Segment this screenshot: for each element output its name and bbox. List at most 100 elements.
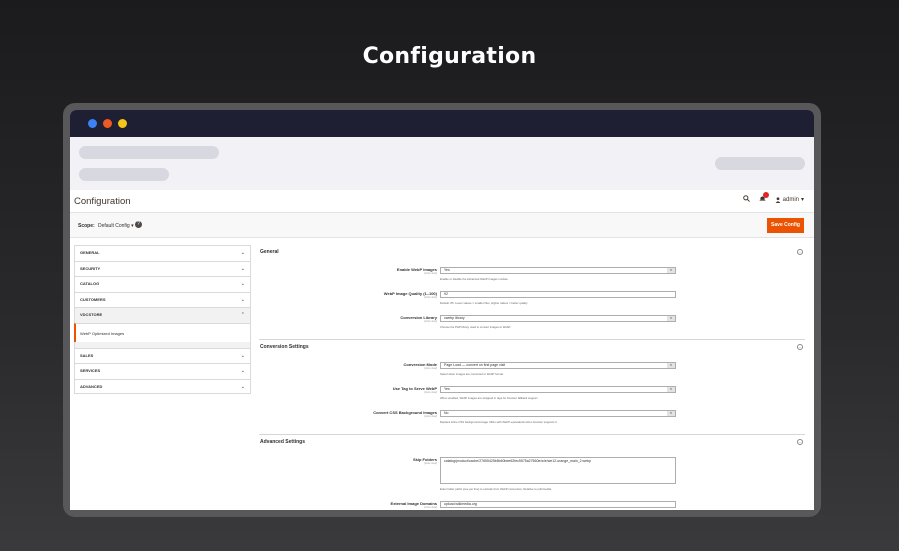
quality-input[interactable]: 92 (440, 291, 676, 298)
chevron-down-icon: ▾ (667, 363, 675, 368)
collapse-icon[interactable]: – (797, 249, 803, 255)
tab-label: GENERAL (80, 250, 100, 255)
skeleton-header (70, 137, 814, 190)
chevron-down-icon: ⌄ (240, 281, 245, 287)
config-main: General – Enable WebP Images [store view]… (259, 245, 805, 510)
search-icon[interactable] (742, 195, 750, 204)
field-external-domains: External Image Domains [store view] uplo… (259, 501, 805, 510)
chevron-down-icon: ⌄ (240, 250, 245, 256)
user-name: admin (782, 196, 799, 203)
field-conversion-mode: Conversion Mode [store view] Page Load —… (259, 362, 805, 386)
skeleton-bar (79, 168, 169, 181)
chevron-down-icon: ▾ (667, 387, 675, 392)
sidebar-tab-security[interactable]: SECURITY ⌄ (74, 260, 251, 276)
field-quality: WebP Image Quality (1–100) [store view] … (259, 291, 805, 315)
sidebar-tab-customers[interactable]: CUSTOMERS ⌄ (74, 291, 251, 307)
app-window: Configuration admin ▾ Scope: Default Con… (70, 110, 814, 510)
select-value: Page Load — convert on first page visit (444, 363, 506, 367)
conversion-mode-select[interactable]: Page Load — convert on first page visit ▾ (440, 362, 676, 369)
tab-label: SECURITY (80, 265, 101, 271)
user-icon (775, 196, 781, 203)
tab-label: ADVANCED (80, 383, 103, 389)
section-title: General (260, 249, 279, 255)
section-advanced: Advanced Settings – Skip Folders [store v… (259, 435, 805, 510)
chevron-down-icon: ▾ (667, 316, 675, 321)
select-value: Yes (444, 268, 450, 272)
chevron-down-icon: ⌄ (240, 296, 245, 303)
window-titlebar (70, 110, 814, 137)
collapse-icon[interactable]: – (797, 439, 803, 445)
field-scope: [store view] (424, 506, 437, 509)
scope-value: Default Config (98, 223, 130, 229)
chevron-up-icon: ⌃ (240, 312, 245, 318)
section-header[interactable]: Conversion Settings – (259, 340, 805, 354)
scope-label: Scope: (78, 223, 95, 229)
external-domains-input[interactable]: upload.wikimedia.org (440, 501, 676, 508)
section-header[interactable]: General – (259, 245, 805, 259)
chevron-down-icon: ⌄ (240, 383, 245, 390)
field-note: Enter folder paths (one per line) to exc… (440, 487, 552, 491)
section-header[interactable]: Advanced Settings – (259, 435, 805, 449)
field-scope: [store view] (424, 367, 437, 370)
field-scope: [store view] (424, 415, 437, 418)
chevron-down-icon: ⌄ (240, 265, 245, 272)
user-menu[interactable]: admin ▾ (775, 196, 804, 203)
field-note: Enable or disable the Advanced WebP Imag… (440, 277, 509, 281)
field-css-background: Convert CSS Background Images [store vie… (259, 410, 805, 434)
sidebar-tab-general[interactable]: GENERAL ⌄ (74, 245, 251, 261)
select-value: cwebp library (444, 316, 465, 320)
save-config-button[interactable]: Save Config (767, 218, 804, 233)
sidebar-tab-sales[interactable]: SALES ⌄ (74, 347, 251, 363)
sidebar-tab-catalog[interactable]: CATALOG ⌄ (74, 276, 251, 292)
window-dot-blue[interactable] (88, 119, 97, 128)
section-general: General – Enable WebP Images [store view]… (259, 245, 805, 339)
chevron-down-icon: ▾ (667, 411, 675, 416)
select-value: Yes (444, 387, 450, 391)
field-scope: [store view] (424, 462, 437, 465)
field-library: Conversion Library [store view] cwebp li… (259, 315, 805, 339)
skeleton-bar (79, 146, 219, 159)
library-select[interactable]: cwebp library ▾ (440, 315, 676, 322)
field-scope: [store view] (424, 391, 437, 394)
chevron-down-icon: ⌄ (240, 368, 245, 374)
chevron-down-icon: ▾ (667, 268, 675, 273)
field-scope: [store view] (424, 296, 437, 299)
skip-folders-textarea[interactable]: catalog/product/cache/27655425b5b60bee62… (440, 457, 676, 484)
collapse-icon[interactable]: – (797, 344, 803, 350)
field-note: Replace inline CSS background-image URLs… (440, 420, 558, 424)
field-note: Default: 85. Lower values = smaller file… (440, 301, 528, 305)
field-enable-webp: Enable WebP Images [store view] Yes ▾ Ena… (259, 267, 805, 291)
picture-tag-select[interactable]: Yes ▾ (440, 386, 676, 393)
config-sidebar: GENERAL ⌄ SECURITY ⌄ CATALOG ⌄ CUSTOMERS ⌄ V… (74, 245, 251, 394)
field-scope: [store view] (424, 272, 437, 275)
tab-label: CUSTOMERS (80, 296, 106, 302)
skeleton-bar (715, 157, 805, 170)
sidebar-tab-advanced[interactable]: ADVANCED ⌄ (74, 378, 251, 394)
sidebar-item-webp[interactable]: WebP Optimized Images (74, 322, 251, 342)
field-note: Select when images are converted to WebP… (440, 372, 504, 376)
field-skip-folders: Skip Folders [store view] catalog/produc… (259, 457, 805, 501)
admin-page-title: Configuration (74, 196, 131, 207)
css-background-select[interactable]: No ▾ (440, 410, 676, 417)
sidebar-tab-vdcstore[interactable]: VDCSTORE ⌃ (74, 307, 251, 323)
header-actions: admin ▾ (742, 192, 804, 204)
window-dot-orange[interactable] (103, 119, 112, 128)
sidebar-tab-services[interactable]: SERVICES ⌄ (74, 363, 251, 379)
scope-switcher[interactable]: Default Config ▾ (98, 223, 134, 229)
tab-label: SERVICES (80, 368, 101, 373)
enable-webp-select[interactable]: Yes ▾ (440, 267, 676, 274)
tab-label: VDCSTORE (80, 312, 103, 317)
chevron-down-icon: ▾ (800, 197, 804, 203)
tab-label: CATALOG (80, 281, 100, 286)
section-conversion: Conversion Settings – Conversion Mode [st… (259, 340, 805, 434)
chevron-down-icon: ⌄ (240, 352, 245, 359)
section-title: Advanced Settings (260, 439, 306, 445)
help-icon[interactable]: ? (135, 221, 142, 228)
notification-bell-icon[interactable] (759, 192, 769, 204)
window-dot-yellow[interactable] (118, 119, 127, 128)
admin-header: Configuration admin ▾ (70, 190, 814, 212)
tab-label: SALES (80, 352, 94, 358)
section-title: Conversion Settings (260, 344, 309, 350)
scope-bar: Scope: Default Config ▾ ? Save Config (70, 212, 814, 238)
field-scope: [store view] (424, 320, 437, 323)
